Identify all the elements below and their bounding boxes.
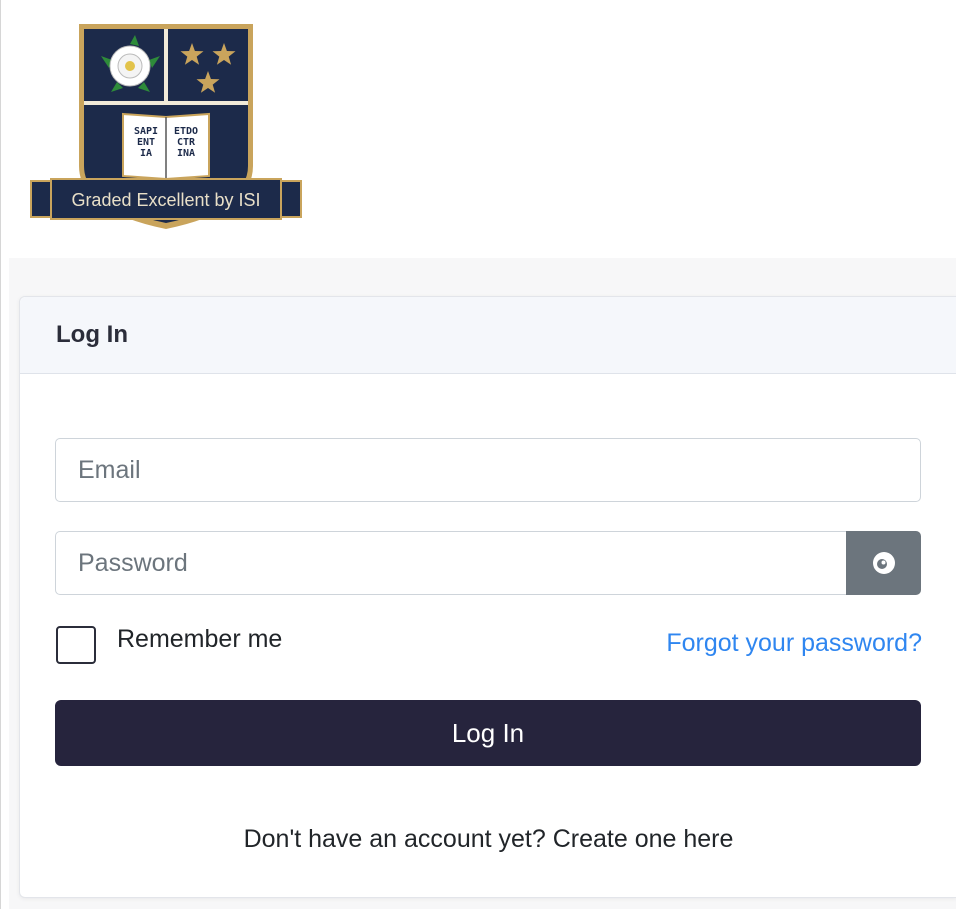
card-title: Log In: [56, 321, 128, 348]
crest-banner-text: Graded Excellent by ISI: [71, 190, 260, 210]
email-field[interactable]: [55, 438, 921, 502]
book-text-right-3: INA: [177, 148, 195, 159]
login-button[interactable]: Log In: [55, 700, 921, 766]
forgot-password-link[interactable]: Forgot your password?: [666, 629, 922, 658]
book-text-left-2: ENT: [137, 137, 155, 148]
signup-prompt: Don't have an account yet? Create one he…: [20, 825, 956, 854]
eye-icon: [872, 552, 895, 574]
remember-me-checkbox[interactable]: [56, 626, 96, 664]
login-card: Log In Remember me Forgot your password?…: [19, 296, 956, 898]
password-field[interactable]: [55, 531, 847, 595]
book-text-right-2: CTR: [177, 137, 196, 148]
open-book-icon: SAPI ENT IA ETDO CTR INA: [122, 112, 210, 181]
remember-me-label[interactable]: Remember me: [117, 625, 282, 654]
create-account-link[interactable]: Create one here: [553, 825, 734, 853]
signup-prompt-text: Don't have an account yet?: [243, 825, 546, 853]
card-header: Log In: [20, 297, 956, 374]
school-crest-icon[interactable]: SAPI ENT IA ETDO CTR INA Graded Excellen…: [21, 16, 311, 232]
page-border: [0, 0, 1, 909]
book-text-right-1: ETDO: [174, 126, 198, 137]
show-password-button[interactable]: [846, 531, 921, 595]
site-header: SAPI ENT IA ETDO CTR INA Graded Excellen…: [9, 0, 956, 258]
book-text-left-1: SAPI: [134, 126, 158, 137]
book-text-left-3: IA: [140, 148, 152, 159]
